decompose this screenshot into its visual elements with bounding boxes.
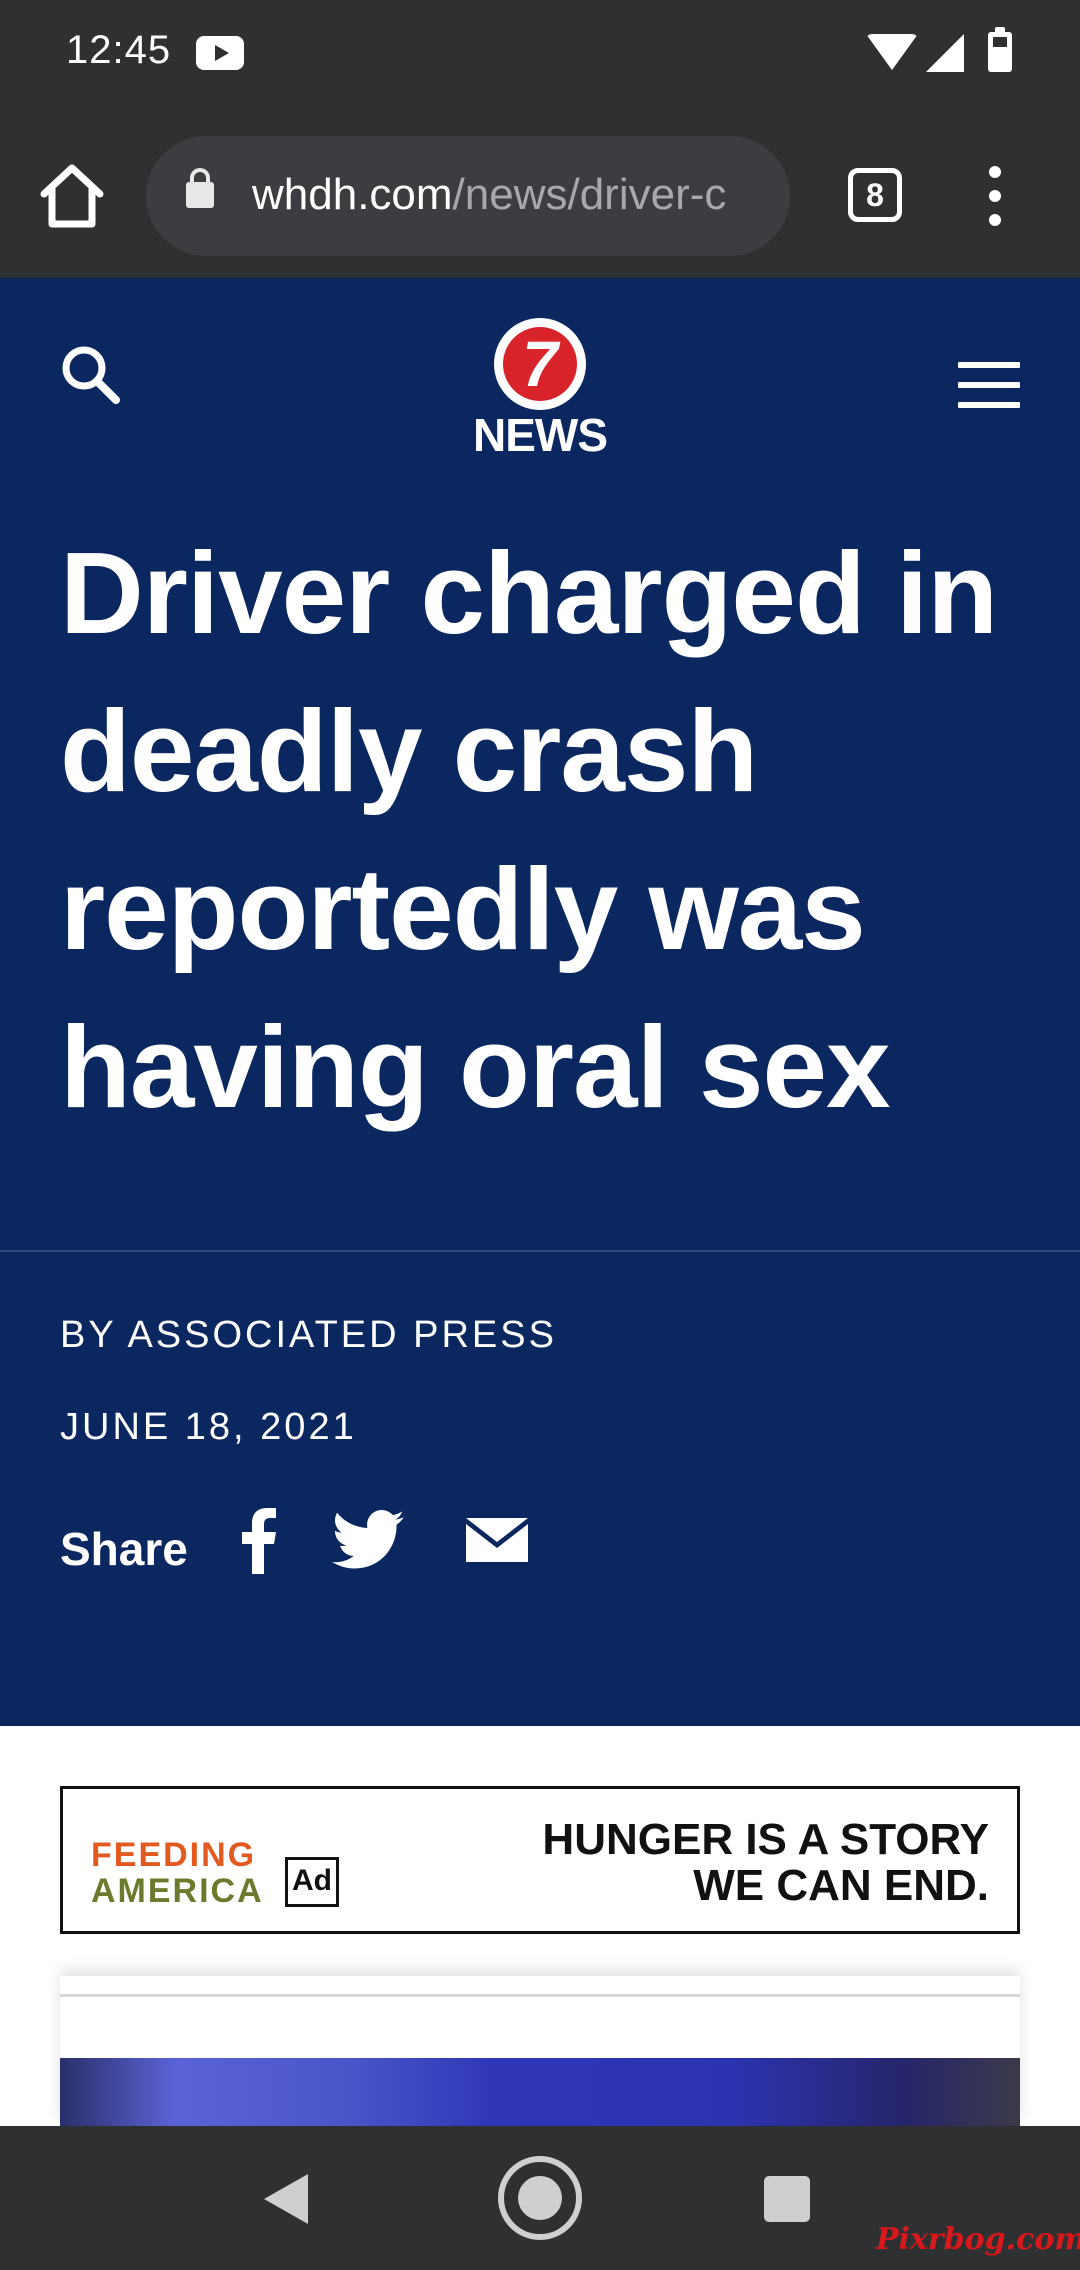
- ad-tagline-line1: HUNGER IS A STORY: [542, 1815, 989, 1864]
- article-date: JUNE 18, 2021: [60, 1406, 357, 1448]
- site-logo[interactable]: 7 NEWS: [460, 318, 620, 461]
- article-image[interactable]: [60, 2058, 1020, 2126]
- recents-icon[interactable]: [764, 2176, 810, 2222]
- ad-banner[interactable]: FEEDING AMERICA Ad HUNGER IS A STORY WE …: [60, 1786, 1020, 1934]
- share-label: Share: [60, 1523, 188, 1575]
- article-byline: BY ASSOCIATED PRESS: [60, 1314, 557, 1356]
- article-media-card: [60, 1976, 1020, 2126]
- logo-badge: 7: [494, 318, 586, 410]
- search-icon[interactable]: [58, 342, 122, 406]
- browser-toolbar: whdh.com/news/driver-c 8: [0, 112, 1080, 278]
- url-text[interactable]: whdh.com/news/driver-c: [252, 170, 726, 220]
- url-path: /news/driver-c: [452, 170, 727, 219]
- ad-tagline-line2: WE CAN END.: [693, 1861, 989, 1910]
- site-hero: 7 NEWS Driver charged in deadly crash re…: [0, 278, 1080, 1726]
- status-bar: 12:45: [0, 0, 1080, 112]
- status-time: 12:45: [66, 28, 172, 72]
- home-icon[interactable]: [36, 160, 108, 232]
- logo-number: 7: [522, 328, 558, 400]
- back-icon[interactable]: [264, 2174, 308, 2224]
- ad-brand-line1: FEEDING: [91, 1836, 257, 1874]
- email-icon[interactable]: [466, 1518, 528, 1562]
- ad-brand-logo: FEEDING AMERICA: [91, 1837, 264, 1909]
- signal-icon: [926, 34, 964, 72]
- url-domain: whdh.com: [252, 170, 453, 219]
- wifi-icon: [866, 34, 918, 70]
- twitter-icon[interactable]: [332, 1510, 404, 1570]
- facebook-icon[interactable]: [238, 1508, 278, 1574]
- battery-icon: [988, 27, 1012, 72]
- lock-icon: [186, 168, 214, 208]
- ad-council-logo: Ad: [285, 1857, 339, 1907]
- ad-tagline: HUNGER IS A STORY WE CAN END.: [542, 1817, 989, 1909]
- youtube-icon: [196, 36, 244, 70]
- divider: [0, 1250, 1080, 1252]
- article-headline: Driver charged in deadly crash reportedl…: [60, 528, 998, 1132]
- hamburger-menu-icon[interactable]: [958, 362, 1020, 408]
- logo-text: NEWS: [473, 409, 608, 461]
- tabs-icon[interactable]: 8: [848, 168, 902, 222]
- home-button-icon[interactable]: [498, 2156, 582, 2240]
- ad-brand-line2: AMERICA: [91, 1872, 264, 1910]
- media-card-divider: [60, 1994, 1020, 1997]
- address-bar[interactable]: whdh.com/news/driver-c: [146, 136, 790, 256]
- watermark: Pixrbog.com: [876, 2222, 1080, 2257]
- overflow-menu-icon[interactable]: [974, 166, 1016, 226]
